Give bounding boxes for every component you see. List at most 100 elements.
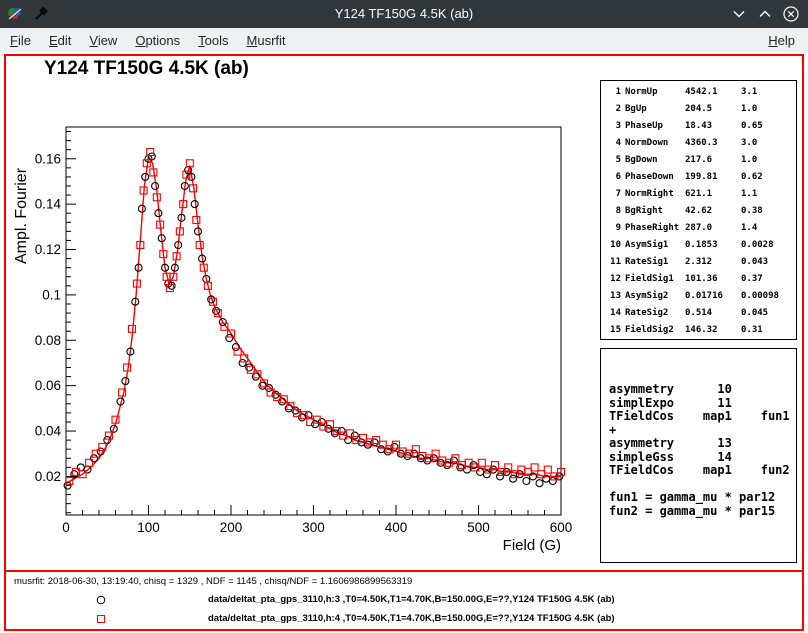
param-name: BgUp — [625, 101, 681, 118]
plot-svg[interactable]: 01002003004005006000.020.040.060.080.10.… — [6, 56, 606, 568]
menu-item-edit[interactable]: Edit — [40, 30, 80, 51]
data-point — [518, 466, 525, 473]
data-point — [191, 201, 198, 208]
param-error: 1.0 — [741, 101, 796, 118]
param-name: PhaseUp — [625, 118, 681, 135]
param-name: PhaseDown — [625, 169, 681, 186]
param-name: FieldSig2 — [625, 322, 681, 339]
theory-line: simpleGss 14 — [609, 451, 796, 465]
param-pave[interactable]: 1NormUp4542.13.12BgUp204.51.03PhaseUp18.… — [600, 80, 797, 340]
param-name: NormUp — [625, 84, 681, 101]
param-error: 1.0 — [741, 152, 796, 169]
data-point — [477, 468, 484, 475]
data-point — [510, 475, 517, 482]
legend-rows: data/deltat_pta_gps_3110,h:3 ,T0=4.50K,T… — [6, 590, 802, 628]
param-row: 2BgUp204.51.0 — [607, 101, 796, 118]
param-error: 0.62 — [741, 169, 796, 186]
param-idx: 8 — [607, 203, 621, 220]
data-point — [299, 414, 306, 421]
theory-line: + — [609, 424, 796, 438]
param-value: 42.62 — [685, 203, 737, 220]
param-idx: 14 — [607, 305, 621, 322]
x-tick-label: 300 — [302, 520, 325, 535]
footer-pave[interactable]: musrfit: 2018-06-30, 13:19:40, chisq = 1… — [6, 570, 802, 629]
param-idx: 5 — [607, 152, 621, 169]
param-row: 3PhaseUp18.430.65 — [607, 118, 796, 135]
param-idx: 15 — [607, 322, 621, 339]
param-rows: 1NormUp4542.13.12BgUp204.51.03PhaseUp18.… — [607, 84, 796, 339]
legend-label: data/deltat_pta_gps_3110,h:4 ,T0=4.50K,T… — [196, 613, 615, 624]
param-value: 0.1853 — [685, 237, 737, 254]
param-error: 0.37 — [741, 271, 796, 288]
param-row: 1NormUp4542.13.1 — [607, 84, 796, 101]
data-point — [232, 344, 239, 351]
param-error: 0.31 — [741, 322, 796, 339]
param-value: 101.36 — [685, 271, 737, 288]
data-point — [147, 149, 154, 156]
theory-line: asymmetry 13 — [609, 437, 796, 451]
x-axis-title: Field (G) — [503, 537, 561, 554]
param-name: AsymSig2 — [625, 288, 681, 305]
menu-item-help[interactable]: Help — [759, 30, 804, 51]
menu-item-tools[interactable]: Tools — [189, 30, 237, 51]
data-point — [246, 364, 253, 371]
theory-pave[interactable]: asymmetry 10simplExpo 11TFieldCos map1 f… — [600, 348, 797, 563]
param-row: 5BgDown217.61.0 — [607, 152, 796, 169]
param-row: 13AsymSig20.017160.00098 — [607, 288, 796, 305]
data-point — [193, 217, 200, 224]
param-error: 0.045 — [741, 305, 796, 322]
y-tick-label: 0.12 — [35, 242, 61, 257]
param-error: 3.0 — [741, 135, 796, 152]
menu-item-options[interactable]: Options — [126, 30, 189, 51]
y-axis-title: Ampl. Fourier — [13, 167, 30, 264]
data-point — [360, 434, 367, 441]
param-row: 10AsymSig10.18530.0028 — [607, 237, 796, 254]
param-name: NormRight — [625, 186, 681, 203]
param-value: 146.32 — [685, 322, 737, 339]
param-value: 0.01716 — [685, 288, 737, 305]
param-name: AsymSig1 — [625, 237, 681, 254]
data-point — [544, 466, 551, 473]
theory-line: simplExpo 11 — [609, 397, 796, 411]
data-point — [345, 437, 352, 444]
param-error: 3.1 — [741, 84, 796, 101]
data-point — [338, 428, 345, 435]
theory-line: fun1 = gamma_mu * par12 — [609, 491, 796, 505]
y-tick-label: 0.04 — [35, 424, 62, 439]
param-row: 9PhaseRight287.01.4 — [607, 220, 796, 237]
maximize-button[interactable] — [756, 5, 774, 23]
param-idx: 10 — [607, 237, 621, 254]
x-tick-label: 200 — [220, 520, 243, 535]
menu-items: FileEditViewOptionsToolsMusrfit — [0, 30, 295, 51]
param-row: 4NormDown4360.33.0 — [607, 135, 796, 152]
x-tick-label: 100 — [137, 520, 160, 535]
theory-line: TFieldCos map1 fun2 — [609, 464, 796, 478]
param-error: 0.0028 — [741, 237, 796, 254]
data-point — [492, 462, 499, 469]
data-point — [549, 478, 556, 485]
param-idx: 6 — [607, 169, 621, 186]
y-tick-label: 0.06 — [35, 378, 61, 393]
data-point — [285, 405, 292, 412]
menu-item-file[interactable]: File — [0, 30, 40, 51]
legend-label: data/deltat_pta_gps_3110,h:3 ,T0=4.50K,T… — [196, 594, 615, 605]
param-name: RateSig2 — [625, 305, 681, 322]
data-point — [452, 455, 459, 462]
minimize-button[interactable] — [730, 5, 748, 23]
data-point — [478, 459, 485, 466]
pin-icon[interactable] — [32, 5, 50, 23]
close-button[interactable] — [782, 5, 800, 23]
root-canvas[interactable]: Y124 TF150G 4.5K (ab) 010020030040050060… — [4, 54, 804, 631]
theory-line: TFieldCos map1 fun1 — [609, 410, 796, 424]
x-tick-label: 0 — [62, 520, 70, 535]
param-row: 7NormRight621.11.1 — [607, 186, 796, 203]
param-row: 6PhaseDown199.810.62 — [607, 169, 796, 186]
menu-item-view[interactable]: View — [80, 30, 126, 51]
param-error: 0.00098 — [741, 288, 796, 305]
data-point — [505, 464, 512, 471]
menu-item-musrfit[interactable]: Musrfit — [238, 30, 295, 51]
legend-entry: data/deltat_pta_gps_3110,h:3 ,T0=4.50K,T… — [6, 590, 802, 609]
legend-entry: data/deltat_pta_gps_3110,h:4 ,T0=4.50K,T… — [6, 609, 802, 628]
y-tick-label: 0.16 — [35, 151, 61, 166]
data-point — [523, 478, 530, 485]
